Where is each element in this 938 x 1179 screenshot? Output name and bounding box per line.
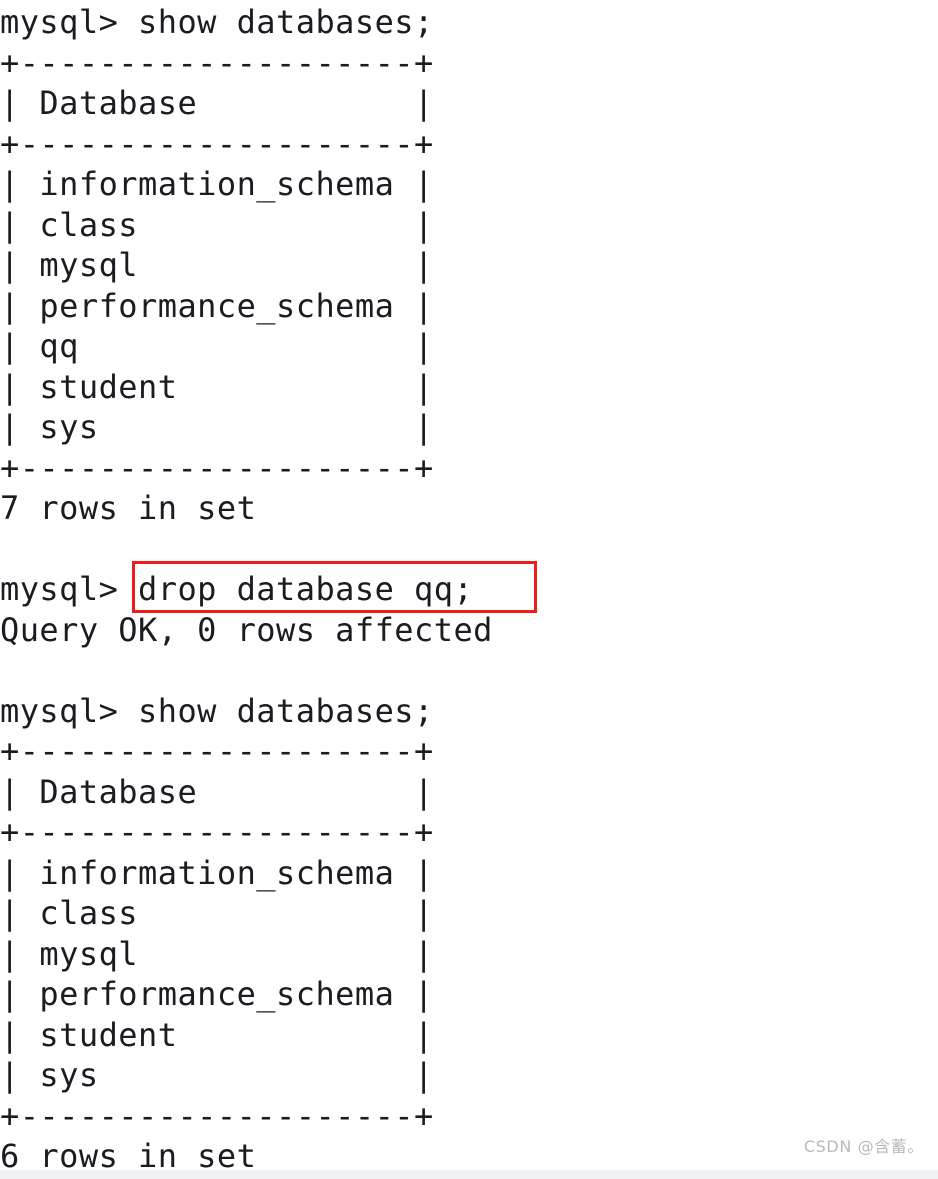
console-line-query-ok: Query OK, 0 rows affected: [0, 610, 493, 649]
console-line-table-border-top-1: +--------------------+: [0, 43, 434, 82]
console-line-row-class-2: | class |: [0, 894, 434, 932]
console-line-command-show-databases-2: mysql> show databases;: [0, 691, 434, 730]
console-line-list: mysql> show databases; +----------------…: [0, 2, 938, 1177]
console-line-command-drop-database: mysql> drop database qq;: [0, 570, 474, 608]
console-line-row-performance-schema-2: | performance_schema |: [0, 975, 434, 1013]
console-line-table-border-bottom-2: +--------------------+: [0, 1096, 434, 1135]
console-line-row-information-schema-1: | information_schema |: [0, 165, 434, 203]
console-line-blank-1: [0, 529, 938, 570]
console-line-row-information-schema-2: | information_schema |: [0, 853, 434, 892]
console-line-table-header-2: | Database |: [0, 772, 434, 811]
console-line-table-border-bottom-1: +--------------------+: [0, 448, 434, 487]
console-line-row-sys-1: | sys |: [0, 408, 434, 446]
console-line-command-show-databases-1: mysql> show databases;: [0, 3, 434, 41]
console-line-row-student-2: | student |: [0, 1015, 434, 1054]
console-line-table-border-mid-2: +--------------------+: [0, 813, 434, 851]
console-line-row-count-1: 7 rows in set: [0, 489, 257, 527]
bottom-divider: [0, 1170, 938, 1179]
console-line-row-student-1: | student |: [0, 367, 434, 406]
console-line-table-border-top-2: +--------------------+: [0, 732, 434, 770]
console-line-table-header-1: | Database |: [0, 84, 434, 122]
console-line-row-class-1: | class |: [0, 205, 434, 244]
console-line-row-mysql-2: | mysql |: [0, 934, 434, 973]
console-line-row-mysql-1: | mysql |: [0, 246, 434, 284]
mysql-terminal-output: mysql> show databases; +----------------…: [0, 0, 938, 1179]
console-line-row-performance-schema-1: | performance_schema |: [0, 286, 434, 325]
console-line-row-qq-1: | qq |: [0, 327, 434, 365]
console-line-table-border-mid-1: +--------------------+: [0, 124, 434, 163]
csdn-watermark: CSDN @含蓄。: [803, 1137, 924, 1156]
console-line-row-sys-2: | sys |: [0, 1056, 434, 1094]
console-line-blank-2: [0, 650, 938, 691]
